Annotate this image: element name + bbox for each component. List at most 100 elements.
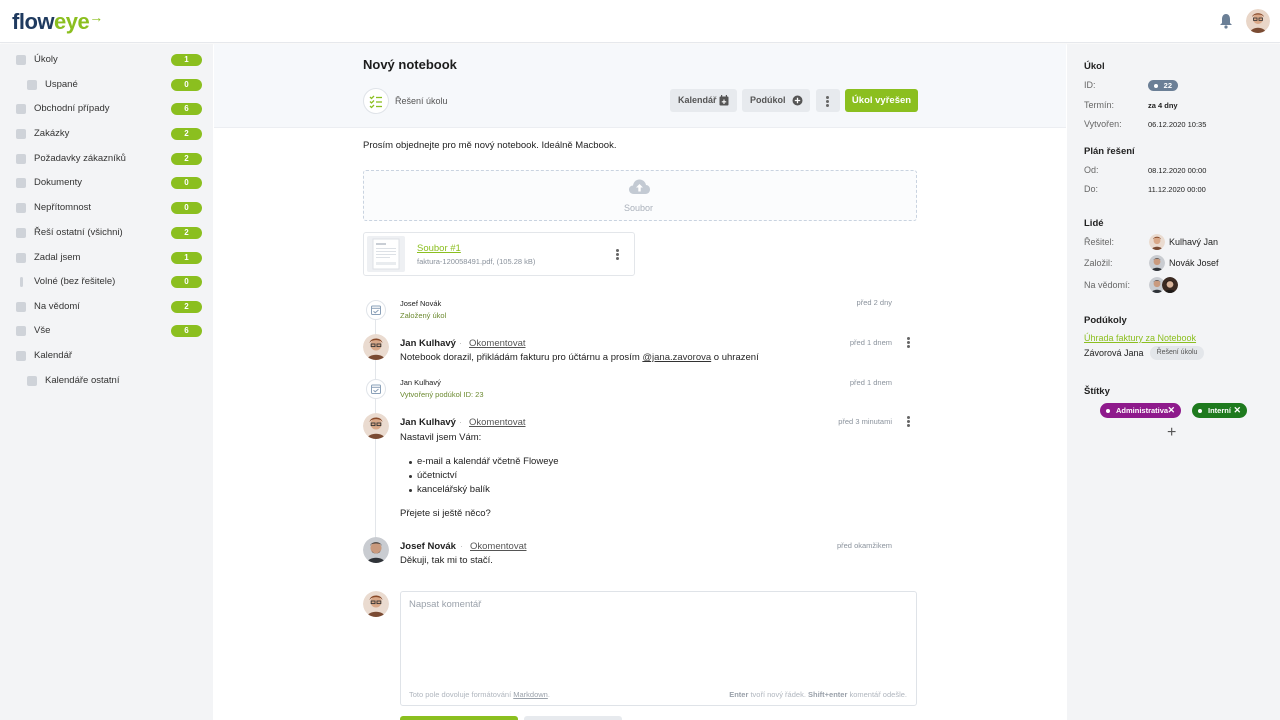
tag-administrativa[interactable]: Administrativa ✕ [1100, 403, 1181, 418]
avatar-novak [1149, 255, 1165, 271]
comment-text: Děkuji, tak mi to stačí. [400, 555, 493, 566]
event-description: Založený úkol [400, 311, 447, 320]
more-options-button[interactable] [816, 89, 840, 112]
count-badge: 1 [171, 252, 202, 264]
sidebar-item-vse[interactable]: Vše 6 [0, 321, 213, 341]
created-label: Vytvořen: [1084, 119, 1122, 129]
markdown-link[interactable]: Markdown [513, 690, 548, 699]
sidebar-item-label: Nepřítomnost [34, 202, 92, 213]
subtask-assignee: Závorová Jana [1084, 348, 1144, 358]
sidebar-item-obchodni-pripady[interactable]: Obchodní případy 6 [0, 99, 213, 119]
plus-circle-icon [792, 95, 803, 106]
avatar-watcher-2[interactable] [1162, 277, 1178, 293]
page-title: Nový notebook [363, 57, 457, 72]
remove-tag-icon[interactable]: ✕ [1167, 403, 1175, 418]
solver-name[interactable]: Kulhavý Jan [1169, 237, 1218, 247]
sidebar-item-volne[interactable]: Volné (bez řešitele) 0 [0, 272, 213, 292]
subtask-button[interactable]: Podúkol [742, 89, 810, 112]
calendar-check-icon [371, 384, 381, 394]
reply-link[interactable]: Okomentovat [470, 541, 527, 552]
user-avatar[interactable] [1246, 9, 1270, 33]
sidebar-item-label: Řeší ostatní (všichni) [34, 227, 123, 238]
comment-menu-icon[interactable] [907, 416, 910, 427]
user-mention[interactable]: @jana.zavorova [642, 352, 711, 363]
calendar-icon [16, 203, 26, 213]
people-section-heading: Lidé [1084, 218, 1104, 229]
submit-comment-button[interactable] [400, 716, 518, 720]
sidebar-item-zadal-jsem[interactable]: Zadal jsem 1 [0, 248, 213, 268]
task-solve-button[interactable] [363, 88, 389, 114]
comment-time: před 1 dnem [849, 338, 892, 347]
sidebar-item-kalendar[interactable]: Kalendář [0, 346, 213, 366]
creator-name[interactable]: Novák Josef [1169, 258, 1219, 268]
keyboard-hint: Enter tvoří nový řádek. Shift+enter kome… [660, 690, 907, 699]
list-bullet [409, 489, 412, 492]
sidebar-item-uspane[interactable]: Uspané 0 [0, 75, 213, 95]
comment-menu-icon[interactable] [907, 337, 910, 348]
logo-arrow-icon: → [89, 9, 103, 25]
secondary-comment-button[interactable] [524, 716, 622, 720]
term-value[interactable]: za 4 dny [1148, 101, 1178, 110]
count-badge: 2 [171, 128, 202, 140]
car-icon [16, 129, 26, 139]
file-thumbnail[interactable] [367, 236, 405, 272]
sidebar-item-pozadavky-zakazniku[interactable]: Požadavky zákazníků 2 [0, 149, 213, 169]
list-bullet [409, 475, 412, 478]
event-description: Vytvořený podúkol ID: 23 [400, 390, 484, 399]
exclamation-icon [20, 277, 23, 287]
sidebar-item-label: Kalendáře ostatní [45, 375, 120, 386]
event-time: před 1 dnem [849, 378, 892, 387]
logo-text-flo: flo [12, 9, 38, 34]
file-menu-icon[interactable] [616, 249, 619, 260]
sidebar-item-dokumenty[interactable]: Dokumenty 0 [0, 173, 213, 193]
to-label: Do: [1084, 184, 1099, 194]
tag-label: Administrativa [1116, 406, 1169, 415]
sidebar-item-na-vedomi[interactable]: Na vědomí 2 [0, 297, 213, 317]
calendar-button[interactable]: Kalendář [670, 89, 737, 112]
sidebar-item-label: Úkoly [34, 54, 58, 65]
sidebar-item-label: Požadavky zákazníků [34, 153, 126, 164]
hint-key: Enter [729, 690, 749, 699]
separator-dot: · [459, 417, 462, 427]
count-badge: 2 [171, 301, 202, 313]
reply-link[interactable]: Okomentovat [469, 417, 526, 428]
task-solved-button[interactable]: Úkol vyřešen [845, 89, 918, 112]
sidebar-item-nepritomnost[interactable]: Nepřítomnost 0 [0, 198, 213, 218]
task-created-event-icon [366, 300, 386, 320]
remove-tag-icon[interactable]: ✕ [1233, 403, 1241, 418]
sidebar-item-zakazky[interactable]: Zakázky 2 [0, 124, 213, 144]
sidebar-item-label: Dokumenty [34, 177, 83, 188]
briefcase-icon [16, 104, 26, 114]
sidebar-item-kalendare-ostatni[interactable]: Kalendáře ostatní [0, 371, 213, 391]
folder-icon [16, 326, 26, 336]
created-value: 06.12.2020 10:35 [1148, 120, 1207, 129]
floweye-logo[interactable]: floweye→ [12, 9, 103, 35]
list-item: e-mail a kalendář včetně Floweye [417, 456, 559, 467]
sidebar-item-ukoly[interactable]: Úkoly 1 [0, 50, 213, 70]
add-tag-button[interactable]: + [1167, 424, 1176, 442]
inbox-icon [16, 302, 26, 312]
notification-bell-icon[interactable] [1219, 13, 1233, 29]
comment-text: Nastavil jsem Vám: [400, 432, 482, 443]
calendar-button-label: Kalendář [678, 95, 717, 105]
task-section-heading: Úkol [1084, 61, 1105, 72]
count-badge: 6 [171, 325, 202, 337]
subtask-link[interactable]: Úhrada faktury za Notebook [1084, 333, 1196, 343]
tag-interni[interactable]: Interní ✕ [1192, 403, 1247, 418]
reply-link[interactable]: Okomentovat [469, 338, 526, 349]
solver-label: Řešitel: [1084, 237, 1115, 247]
file-meta: faktura-120058491.pdf, (105.28 kB) [417, 257, 536, 266]
assign-icon [16, 253, 26, 263]
dropzone-label: Soubor [624, 203, 654, 213]
separator-dot: · [460, 541, 463, 551]
comment-author: Jan Kulhavý [400, 338, 456, 349]
from-label: Od: [1084, 165, 1099, 175]
from-value[interactable]: 08.12.2020 00:00 [1148, 166, 1206, 175]
sleep-icon [27, 80, 37, 90]
documents-icon [16, 178, 26, 188]
sidebar-item-resi-ostatni[interactable]: Řeší ostatní (všichni) 2 [0, 223, 213, 243]
team-icon [16, 228, 26, 238]
upload-cloud-icon [629, 179, 650, 194]
file-link[interactable]: Soubor #1 [417, 243, 461, 254]
to-value[interactable]: 11.12.2020 00:00 [1148, 185, 1206, 194]
